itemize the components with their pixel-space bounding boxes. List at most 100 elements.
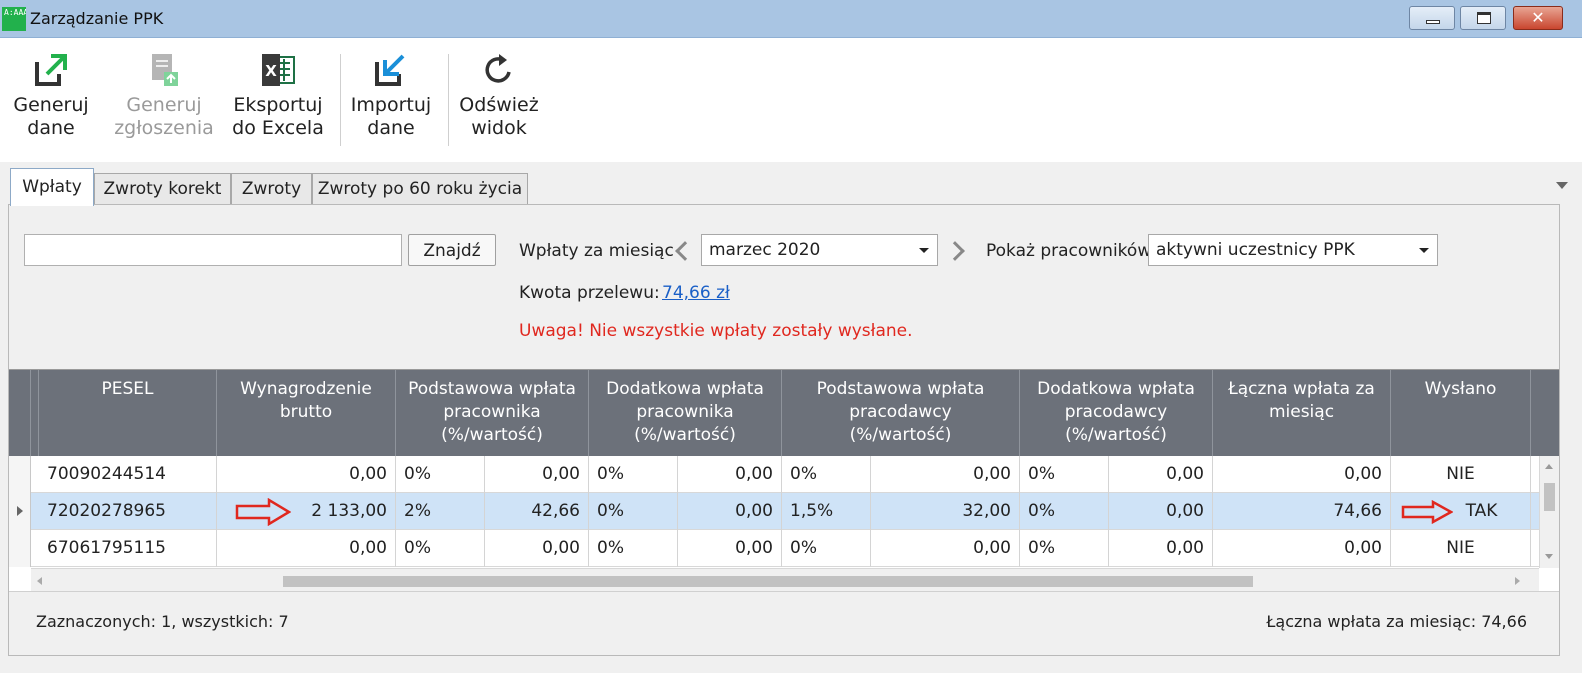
- cell-employee-extra-pct[interactable]: 0%: [589, 493, 678, 530]
- cell-sent[interactable]: NIE: [1391, 530, 1531, 567]
- tab-zwroty-60[interactable]: Zwroty po 60 roku życia: [312, 173, 528, 205]
- month-label: Wpłaty za miesiąc: [519, 241, 674, 261]
- cell-employer-basic-val[interactable]: 32,00: [871, 493, 1020, 530]
- cell-employee-extra-val[interactable]: 0,00: [678, 493, 782, 530]
- col-header-text: Dodatkowa wpłata: [1037, 379, 1195, 399]
- row-header[interactable]: [9, 456, 31, 493]
- cell-employer-extra-val[interactable]: 0,00: [1109, 456, 1213, 493]
- import-data-button[interactable]: Importuj dane: [348, 52, 434, 140]
- cell-employer-extra-pct[interactable]: 0%: [1020, 456, 1109, 493]
- cell-employer-extra-val[interactable]: 0,00: [1109, 530, 1213, 567]
- vertical-scroll-thumb[interactable]: [1544, 483, 1555, 511]
- minimize-button[interactable]: [1409, 6, 1455, 30]
- col-header-total[interactable]: Łączna wpłata za miesiąc: [1213, 370, 1391, 456]
- cell-employer-extra-pct[interactable]: 0%: [1020, 493, 1109, 530]
- horizontal-scroll-thumb[interactable]: [283, 576, 1253, 587]
- selection-status: Zaznaczonych: 1, wszystkich: 7: [36, 612, 289, 631]
- cell-employee-basic-pct[interactable]: 0%: [396, 530, 485, 567]
- scroll-right-icon[interactable]: [1515, 577, 1520, 585]
- app-icon: A:AAA: [2, 7, 26, 31]
- table-row-selected[interactable]: 72020278965 2 133,00 2% 42,66 0% 0,00 1,…: [9, 493, 1539, 530]
- cell-gross[interactable]: 0,00: [217, 530, 396, 567]
- month-select[interactable]: marzec 2020: [701, 234, 938, 266]
- cell-total[interactable]: 0,00: [1213, 530, 1391, 567]
- tab-zwroty-korekt[interactable]: Zwroty korekt: [94, 173, 231, 205]
- col-header-text: Łączna wpłata za: [1228, 379, 1375, 399]
- cell-sent[interactable]: NIE: [1391, 456, 1531, 493]
- maximize-button[interactable]: [1460, 6, 1506, 30]
- cell-employee-basic-pct[interactable]: 0%: [396, 456, 485, 493]
- col-header-text: Wysłano: [1424, 379, 1497, 399]
- scroll-down-icon[interactable]: [1545, 554, 1553, 559]
- cell-employee-extra-val[interactable]: 0,00: [678, 456, 782, 493]
- cell-employee-basic-pct[interactable]: 2%: [396, 493, 485, 530]
- row-header[interactable]: [9, 493, 31, 530]
- tabs-dropdown-icon[interactable]: [1556, 182, 1568, 189]
- transfer-amount-link[interactable]: 74,66 zł: [662, 283, 730, 303]
- col-header-employee-basic[interactable]: Podstawowa wpłata pracownika (%/wartość): [396, 370, 589, 456]
- cell-employee-basic-val[interactable]: 0,00: [485, 456, 589, 493]
- col-header-text: Podstawowa wpłata: [408, 379, 576, 399]
- horizontal-scrollbar[interactable]: [31, 568, 1539, 592]
- cell-employer-basic-val[interactable]: 0,00: [871, 456, 1020, 493]
- cell-employer-basic-pct[interactable]: 0%: [782, 530, 871, 567]
- table-row[interactable]: 70090244514 0,00 0% 0,00 0% 0,00 0% 0,00…: [9, 456, 1539, 493]
- cell-employer-extra-pct[interactable]: 0%: [1020, 530, 1109, 567]
- scroll-left-icon[interactable]: [37, 577, 42, 585]
- col-header-text: miesiąc: [1268, 402, 1335, 422]
- generate-reports-button[interactable]: Generuj zgłoszenia: [114, 52, 214, 140]
- import-data-label: Importuj: [350, 94, 432, 116]
- tab-zwroty[interactable]: Zwroty: [231, 173, 312, 205]
- col-header-employer-basic[interactable]: Podstawowa wpłata pracodawcy (%/wartość): [782, 370, 1020, 456]
- find-button[interactable]: Znajdź: [408, 234, 496, 266]
- cell-employer-basic-pct[interactable]: 0%: [782, 456, 871, 493]
- cell-employer-basic-val[interactable]: 0,00: [871, 530, 1020, 567]
- transfer-amount-label: Kwota przelewu:: [519, 283, 660, 303]
- employees-select[interactable]: aktywni uczestnicy PPK: [1148, 234, 1438, 266]
- close-icon: ✕: [1531, 8, 1545, 27]
- cell-employee-extra-pct[interactable]: 0%: [589, 456, 678, 493]
- cell-total[interactable]: 74,66: [1213, 493, 1391, 530]
- chevron-down-icon: [919, 248, 929, 253]
- col-header-employer-extra[interactable]: Dodatkowa wpłata pracodawcy (%/wartość): [1020, 370, 1213, 456]
- vertical-scrollbar[interactable]: [1539, 456, 1559, 568]
- chevron-right-icon[interactable]: [945, 241, 965, 261]
- cell-pesel[interactable]: 67061795115: [39, 530, 217, 567]
- generate-data-label: Generuj: [13, 94, 89, 116]
- close-button[interactable]: ✕: [1513, 6, 1563, 30]
- col-header-text: Wynagrodzenie: [240, 379, 372, 399]
- col-header-gross[interactable]: Wynagrodzenie brutto: [217, 370, 396, 456]
- chevron-left-icon[interactable]: [675, 241, 695, 261]
- cell-employee-basic-val[interactable]: 0,00: [485, 530, 589, 567]
- cell-employee-basic-val[interactable]: 42,66: [485, 493, 589, 530]
- cell-employer-extra-val[interactable]: 0,00: [1109, 493, 1213, 530]
- col-header-sent[interactable]: Wysłano: [1391, 370, 1531, 456]
- cell-employee-extra-pct[interactable]: 0%: [589, 530, 678, 567]
- cell-pesel[interactable]: 70090244514: [39, 456, 217, 493]
- export-excel-label: Eksportuj: [233, 94, 323, 116]
- cell-employee-extra-val[interactable]: 0,00: [678, 530, 782, 567]
- ribbon-toolbar: Generuj dane Generuj zgłoszenia X Ekspor…: [0, 38, 1582, 162]
- tab-wplaty[interactable]: Wpłaty: [10, 168, 94, 206]
- excel-icon: X: [260, 52, 296, 88]
- row-header[interactable]: [9, 530, 31, 567]
- col-header-text: brutto: [279, 402, 333, 422]
- minimize-icon: [1426, 20, 1440, 24]
- col-header-text: (%/wartość): [441, 425, 543, 445]
- col-header-employee-extra[interactable]: Dodatkowa wpłata pracownika (%/wartość): [589, 370, 782, 456]
- table-row[interactable]: 67061795115 0,00 0% 0,00 0% 0,00 0% 0,00…: [9, 530, 1539, 567]
- scroll-up-icon[interactable]: [1545, 464, 1553, 469]
- export-excel-button[interactable]: X Eksportuj do Excela: [232, 52, 324, 140]
- generate-data-button[interactable]: Generuj dane: [12, 52, 90, 140]
- refresh-view-button[interactable]: Odśwież widok: [456, 52, 542, 140]
- red-arrow-icon: [1401, 500, 1453, 524]
- col-header-pesel[interactable]: PESEL: [39, 370, 217, 456]
- cell-pesel[interactable]: 72020278965: [39, 493, 217, 530]
- cell-total[interactable]: 0,00: [1213, 456, 1391, 493]
- col-header-pesel-text: PESEL: [101, 379, 154, 399]
- status-separator: [9, 591, 1559, 592]
- cell-employer-basic-pct[interactable]: 1,5%: [782, 493, 871, 530]
- cell-gross[interactable]: 0,00: [217, 456, 396, 493]
- search-input[interactable]: [24, 234, 402, 266]
- col-header-text: Podstawowa wpłata: [816, 379, 985, 399]
